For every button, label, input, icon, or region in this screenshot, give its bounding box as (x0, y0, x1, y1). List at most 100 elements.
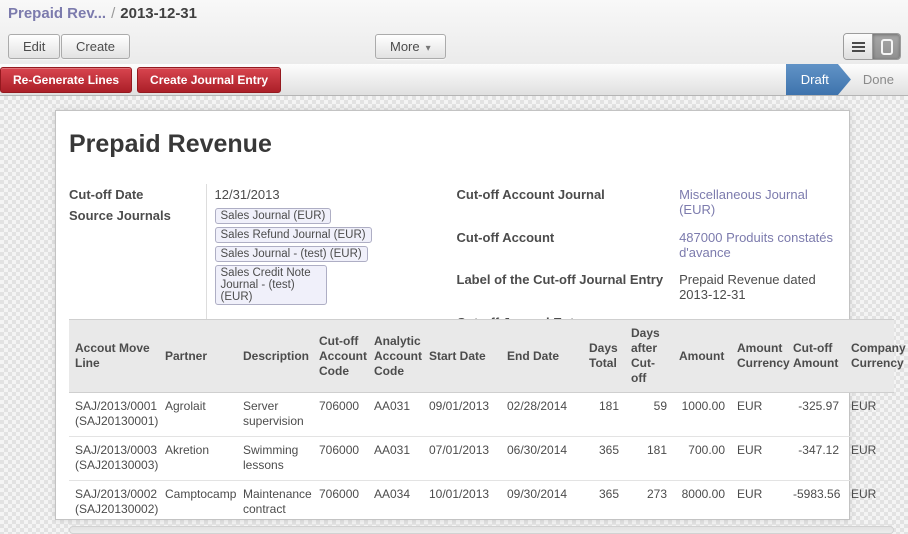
journal-entry-label-value: Prepaid Revenue dated 2013-12-31 (671, 269, 839, 312)
cutoff-account-label: Cut-off Account (457, 227, 672, 270)
cell-amount-currency: EUR (731, 393, 787, 437)
cell-move-line: SAJ/2013/0002 (SAJ20130002) (69, 481, 159, 525)
field-cutoff-account-journal: Cut-off Account Journal Miscellaneous Jo… (457, 184, 840, 227)
cutoff-lines-table: Accout Move Line Partner Description Cut… (69, 319, 894, 525)
journal-tag: Sales Journal (EUR) (215, 208, 332, 224)
page-title: Prepaid Revenue (69, 130, 849, 159)
col-header-partner: Partner (159, 320, 237, 393)
col-header-days-total: Days Total (583, 320, 625, 393)
view-switcher (843, 33, 901, 60)
cell-amount: 1000.00 (673, 393, 731, 437)
cell-cutoff-amount: -325.97 (787, 393, 845, 437)
cell-description: Swimming lessons (237, 437, 313, 481)
journal-tag: Sales Credit Note Journal - (test) (EUR) (215, 265, 327, 305)
journal-tag: Sales Journal - (test) (EUR) (215, 246, 368, 262)
cell-description: Server supervision (237, 393, 313, 437)
cell-end-date: 09/30/2014 (501, 481, 583, 525)
source-journals-label: Source Journals (69, 205, 207, 316)
horizontal-scrollbar[interactable] (69, 526, 894, 534)
cell-company-currency: EUR (845, 393, 894, 437)
cell-days-total: 365 (583, 481, 625, 525)
field-grid: Cut-off Date 12/31/2013 Source Journals … (69, 184, 849, 337)
form-view-button[interactable] (872, 34, 900, 59)
cell-partner: Agrolait (159, 393, 237, 437)
col-header-description: Description (237, 320, 313, 393)
cell-company-currency: EUR (845, 481, 894, 525)
list-view-button[interactable] (844, 34, 872, 59)
create-journal-entry-button[interactable]: Create Journal Entry (137, 67, 281, 93)
cell-start-date: 07/01/2013 (423, 437, 501, 481)
col-header-amount-currency: Amount Currency (731, 320, 787, 393)
cell-end-date: 02/28/2014 (501, 393, 583, 437)
cell-days-total: 181 (583, 393, 625, 437)
field-group-left: Cut-off Date 12/31/2013 Source Journals … (69, 184, 457, 337)
table-row[interactable]: SAJ/2013/0001 (SAJ20130001) Agrolait Ser… (69, 393, 894, 437)
cutoff-account-link[interactable]: 487000 Produits constatés d'avance (679, 230, 833, 260)
journal-tag: Sales Refund Journal (EUR) (215, 227, 372, 243)
cell-analytic-code: AA031 (368, 437, 423, 481)
cell-days-after-cutoff: 181 (625, 437, 673, 481)
cell-amount: 700.00 (673, 437, 731, 481)
breadcrumb-separator: / (106, 5, 120, 22)
cell-amount-currency: EUR (731, 437, 787, 481)
form-icon (881, 39, 893, 55)
table-row[interactable]: SAJ/2013/0003 (SAJ20130003) Akretion Swi… (69, 437, 894, 481)
breadcrumb-parent-link[interactable]: Prepaid Rev... (8, 5, 106, 22)
field-journal-entry-label: Label of the Cut-off Journal Entry Prepa… (457, 269, 840, 312)
cell-partner: Camptocamp (159, 481, 237, 525)
lines-table-wrap: Accout Move Line Partner Description Cut… (69, 319, 894, 534)
regenerate-lines-button[interactable]: Re-Generate Lines (0, 67, 132, 93)
cell-start-date: 09/01/2013 (423, 393, 501, 437)
cell-description: Maintenance contract (237, 481, 313, 525)
cell-account-code: 706000 (313, 481, 368, 525)
cell-analytic-code: AA031 (368, 393, 423, 437)
col-header-end-date: End Date (501, 320, 583, 393)
field-cutoff-date: Cut-off Date 12/31/2013 (69, 184, 457, 205)
status-state-draft: Draft (786, 64, 851, 95)
cutoff-date-label: Cut-off Date (69, 184, 207, 205)
col-header-start-date: Start Date (423, 320, 501, 393)
col-header-days-after-cutoff: Days after Cut-off (625, 320, 673, 393)
cutoff-date-value: 12/31/2013 (207, 184, 457, 205)
cell-amount-currency: EUR (731, 481, 787, 525)
cell-partner: Akretion (159, 437, 237, 481)
table-row[interactable]: SAJ/2013/0002 (SAJ20130002) Camptocamp M… (69, 481, 894, 525)
cell-cutoff-amount: -347.12 (787, 437, 845, 481)
journal-entry-label-label: Label of the Cut-off Journal Entry (457, 269, 672, 312)
cell-days-after-cutoff: 273 (625, 481, 673, 525)
cutoff-account-journal-link[interactable]: Miscellaneous Journal (EUR) (679, 187, 808, 217)
cell-account-code: 706000 (313, 393, 368, 437)
more-button-label: More (390, 39, 420, 54)
col-header-cutoff-amount: Cut-off Amount (787, 320, 845, 393)
chevron-down-icon: ▾ (426, 43, 431, 54)
more-button[interactable]: More ▾ (375, 34, 446, 59)
cell-days-total: 365 (583, 437, 625, 481)
field-cutoff-account: Cut-off Account 487000 Produits constaté… (457, 227, 840, 270)
cell-move-line: SAJ/2013/0003 (SAJ20130003) (69, 437, 159, 481)
col-header-cutoff-account-code: Cut-off Account Code (313, 320, 368, 393)
cutoff-account-journal-label: Cut-off Account Journal (457, 184, 672, 227)
cell-end-date: 06/30/2014 (501, 437, 583, 481)
cell-move-line: SAJ/2013/0001 (SAJ20130001) (69, 393, 159, 437)
field-group-right: Cut-off Account Journal Miscellaneous Jo… (457, 184, 840, 337)
edit-button[interactable]: Edit (8, 34, 60, 59)
top-bar: Prepaid Rev.../2013-12-31 Edit Create Mo… (0, 0, 908, 64)
cell-amount: 8000.00 (673, 481, 731, 525)
cell-start-date: 10/01/2013 (423, 481, 501, 525)
cell-days-after-cutoff: 59 (625, 393, 673, 437)
status-state-done: Done (851, 72, 908, 87)
cell-analytic-code: AA034 (368, 481, 423, 525)
cell-company-currency: EUR (845, 437, 894, 481)
source-journals-tags: Sales Journal (EUR) Sales Refund Journal … (215, 208, 457, 313)
list-icon (852, 42, 865, 52)
col-header-account-move-line: Accout Move Line (69, 320, 159, 393)
create-button[interactable]: Create (61, 34, 130, 59)
field-source-journals: Source Journals Sales Journal (EUR)Sales… (69, 205, 457, 316)
action-buttons: Re-Generate Lines Create Journal Entry (0, 64, 286, 95)
breadcrumb-current: 2013-12-31 (120, 5, 197, 22)
table-header-row: Accout Move Line Partner Description Cut… (69, 320, 894, 393)
col-header-analytic-account-code: Analytic Account Code (368, 320, 423, 393)
status-widget: Draft Done (786, 64, 908, 95)
status-action-bar: Re-Generate Lines Create Journal Entry D… (0, 64, 908, 96)
form-sheet: Prepaid Revenue Cut-off Date 12/31/2013 … (55, 110, 850, 520)
